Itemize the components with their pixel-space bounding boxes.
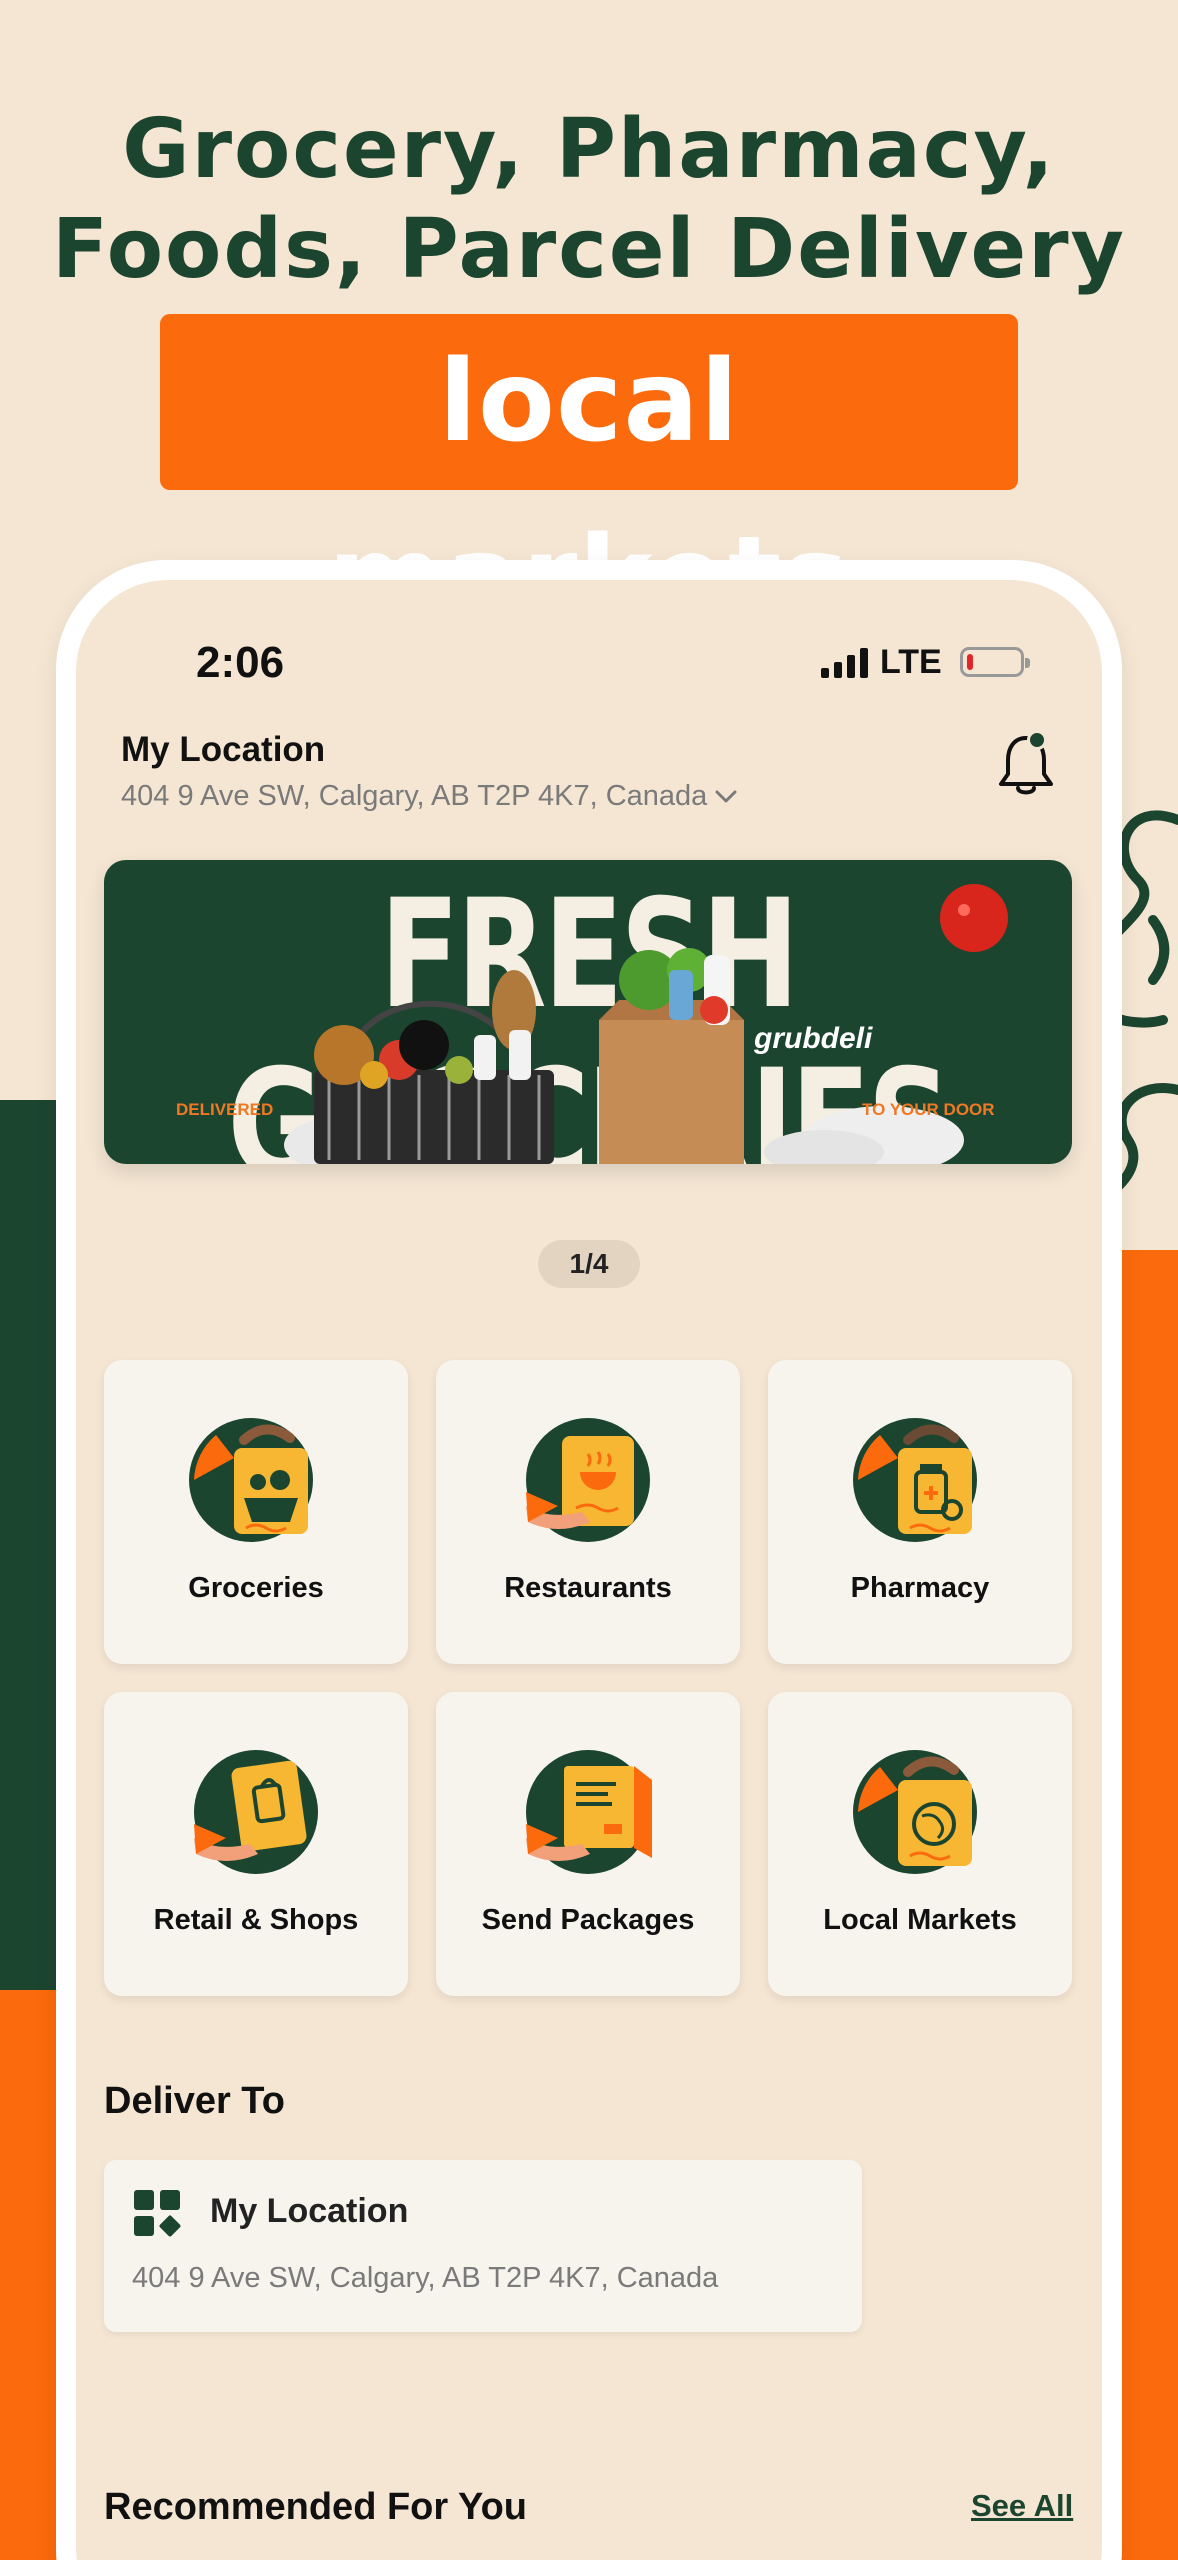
- location-address: 404 9 Ave SW, Calgary, AB T2P 4K7, Canad…: [121, 780, 708, 812]
- category-label: Retail & Shops: [153, 1904, 359, 1936]
- banner-left-text: DELIVERED: [176, 1100, 274, 1119]
- notification-bell-icon[interactable]: [996, 730, 1056, 800]
- banner-right-text: TO YOUR DOOR: [862, 1100, 995, 1119]
- banner-pager: 1/4: [538, 1240, 640, 1288]
- category-label: Pharmacy: [850, 1572, 990, 1604]
- category-label: Restaurants: [504, 1572, 672, 1604]
- deliver-to-address: 404 9 Ave SW, Calgary, AB T2P 4K7, Canad…: [132, 2262, 719, 2294]
- category-retail-shops[interactable]: Retail & Shops: [104, 1692, 408, 1996]
- chevron-down-icon: [715, 790, 737, 802]
- app-screen: 2:06 LTE My Location 404 9 Ave SW, Calga…: [76, 580, 1102, 2560]
- package-icon: [526, 1750, 652, 1874]
- promo-banner[interactable]: FRESH GROCERIES grubdeli DELIVERED TO YO…: [104, 860, 1072, 1164]
- promo-headline: Grocery, Pharmacy, Foods, Parcel Deliver…: [0, 100, 1178, 300]
- promo-headline-line1: Grocery, Pharmacy,: [122, 102, 1056, 197]
- category-label: Groceries: [188, 1572, 324, 1604]
- network-type: LTE: [880, 642, 942, 681]
- category-label: Send Packages: [481, 1904, 695, 1936]
- deliver-to-card[interactable]: My Location 404 9 Ave SW, Calgary, AB T2…: [104, 2160, 862, 2332]
- category-restaurants[interactable]: Restaurants: [436, 1360, 740, 1664]
- local-market-bag-icon: [853, 1750, 977, 1874]
- deliver-to-title: My Location: [210, 2192, 409, 2230]
- phone-frame: 2:06 LTE My Location 404 9 Ave SW, Calga…: [56, 560, 1122, 2560]
- promo-headline-line2: Foods, Parcel Delivery: [52, 202, 1126, 297]
- recommended-heading: Recommended For You: [104, 2486, 527, 2528]
- location-title[interactable]: My Location: [121, 730, 325, 770]
- category-label: Local Markets: [823, 1904, 1017, 1936]
- status-indicators: LTE: [821, 640, 1030, 684]
- battery-icon: [959, 647, 1030, 677]
- pharmacy-bag-icon: [853, 1418, 977, 1542]
- see-all-link[interactable]: See All: [971, 2488, 1073, 2524]
- location-grid-icon: [134, 2190, 181, 2237]
- status-time: 2:06: [196, 638, 285, 687]
- deliver-to-heading: Deliver To: [104, 2080, 285, 2122]
- category-pharmacy[interactable]: Pharmacy: [768, 1360, 1072, 1664]
- grocery-bag-icon: [189, 1418, 313, 1542]
- promo-highlight: local markets: [160, 314, 1018, 643]
- category-local-markets[interactable]: Local Markets: [768, 1692, 1072, 1996]
- banner-brand: grubdeli: [754, 1022, 873, 1055]
- category-send-packages[interactable]: Send Packages: [436, 1692, 740, 1996]
- restaurant-bag-icon: [526, 1418, 650, 1542]
- location-selector[interactable]: 404 9 Ave SW, Calgary, AB T2P 4K7, Canad…: [121, 780, 737, 813]
- category-groceries[interactable]: Groceries: [104, 1360, 408, 1664]
- notification-badge: [1027, 730, 1047, 750]
- signal-icon: [821, 646, 868, 678]
- shopping-bag-icon: [194, 1750, 318, 1874]
